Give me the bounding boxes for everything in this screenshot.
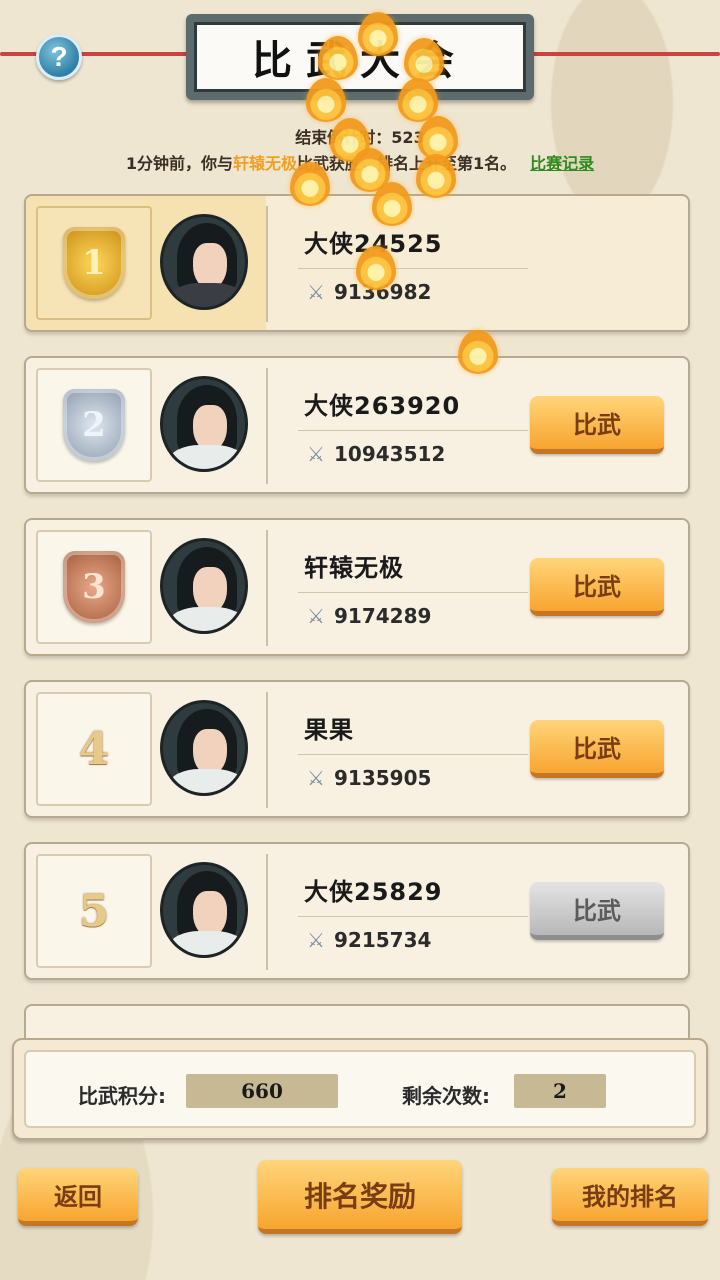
score-value: 660 bbox=[186, 1074, 338, 1108]
combat-power: ⚔ 9135905 bbox=[304, 766, 431, 790]
ranking-row: 5 大侠25829 ⚔ 9215734 比武 bbox=[24, 842, 690, 980]
challenge-button[interactable]: 比武 bbox=[530, 720, 664, 778]
flame-effect-icon bbox=[318, 36, 358, 80]
help-button[interactable]: ? bbox=[36, 34, 82, 80]
flame-effect-icon bbox=[416, 154, 456, 198]
rank-number: 4 bbox=[78, 723, 110, 775]
ranking-row: 2 大侠263920 ⚔ 10943512 比武 bbox=[24, 356, 690, 494]
flame-effect-icon bbox=[306, 78, 346, 122]
challenge-button-disabled[interactable]: 比武 bbox=[530, 882, 664, 940]
flame-effect-icon bbox=[290, 162, 330, 206]
crossed-swords-icon: ⚔ bbox=[307, 928, 325, 952]
player-name: 大侠263920 bbox=[304, 392, 461, 420]
crossed-swords-icon: ⚔ bbox=[307, 442, 325, 466]
combat-power: ⚔ 10943512 bbox=[304, 442, 445, 466]
combat-power: ⚔ 9215734 bbox=[304, 928, 431, 952]
challenge-button[interactable]: 比武 bbox=[530, 558, 664, 616]
flame-effect-icon bbox=[358, 12, 398, 56]
crossed-swords-icon: ⚔ bbox=[307, 280, 325, 304]
ranking-row: 3 轩辕无极 ⚔ 9174289 比武 bbox=[24, 518, 690, 656]
flame-effect-icon bbox=[356, 246, 396, 290]
player-name: 大侠25829 bbox=[304, 878, 443, 906]
remaining-value: 2 bbox=[514, 1074, 606, 1108]
ranking-row: 4 果果 ⚔ 9135905 比武 bbox=[24, 680, 690, 818]
avatar[interactable] bbox=[160, 538, 248, 634]
challenge-button[interactable]: 比武 bbox=[530, 396, 664, 454]
gold-medal-icon: 1 bbox=[63, 227, 125, 299]
player-name: 果果 bbox=[304, 716, 354, 744]
silver-medal-icon: 2 bbox=[63, 389, 125, 461]
opponent-name: 轩辕无极 bbox=[232, 154, 297, 173]
rank-badge: 1 bbox=[36, 206, 152, 320]
crossed-swords-icon: ⚔ bbox=[307, 766, 325, 790]
remaining-label: 剩余次数: bbox=[402, 1084, 490, 1108]
my-rank-button[interactable]: 我的排名 bbox=[552, 1168, 708, 1226]
rank-badge: 4 bbox=[36, 692, 152, 806]
avatar[interactable] bbox=[160, 376, 248, 472]
flame-effect-icon bbox=[372, 182, 412, 226]
flame-effect-icon bbox=[458, 330, 498, 374]
match-record-link[interactable]: 比赛记录 bbox=[530, 154, 594, 173]
rank-number: 5 bbox=[78, 885, 110, 937]
stats-panel: 比武积分: 660 剩余次数: 2 bbox=[12, 1038, 708, 1140]
help-icon: ? bbox=[50, 41, 68, 72]
avatar[interactable] bbox=[160, 862, 248, 958]
combat-power: ⚔ 9174289 bbox=[304, 604, 431, 628]
score-label: 比武积分: bbox=[78, 1084, 166, 1108]
flame-effect-icon bbox=[404, 38, 444, 82]
back-button[interactable]: 返回 bbox=[18, 1168, 138, 1226]
bronze-medal-icon: 3 bbox=[63, 551, 125, 623]
rank-badge: 3 bbox=[36, 530, 152, 644]
flame-effect-icon bbox=[398, 78, 438, 122]
rank-badge: 5 bbox=[36, 854, 152, 968]
avatar[interactable] bbox=[160, 700, 248, 796]
rank-badge: 2 bbox=[36, 368, 152, 482]
player-name: 轩辕无极 bbox=[304, 554, 404, 582]
rank-rewards-button[interactable]: 排名奖励 bbox=[258, 1160, 462, 1234]
avatar[interactable] bbox=[160, 214, 248, 310]
crossed-swords-icon: ⚔ bbox=[307, 604, 325, 628]
